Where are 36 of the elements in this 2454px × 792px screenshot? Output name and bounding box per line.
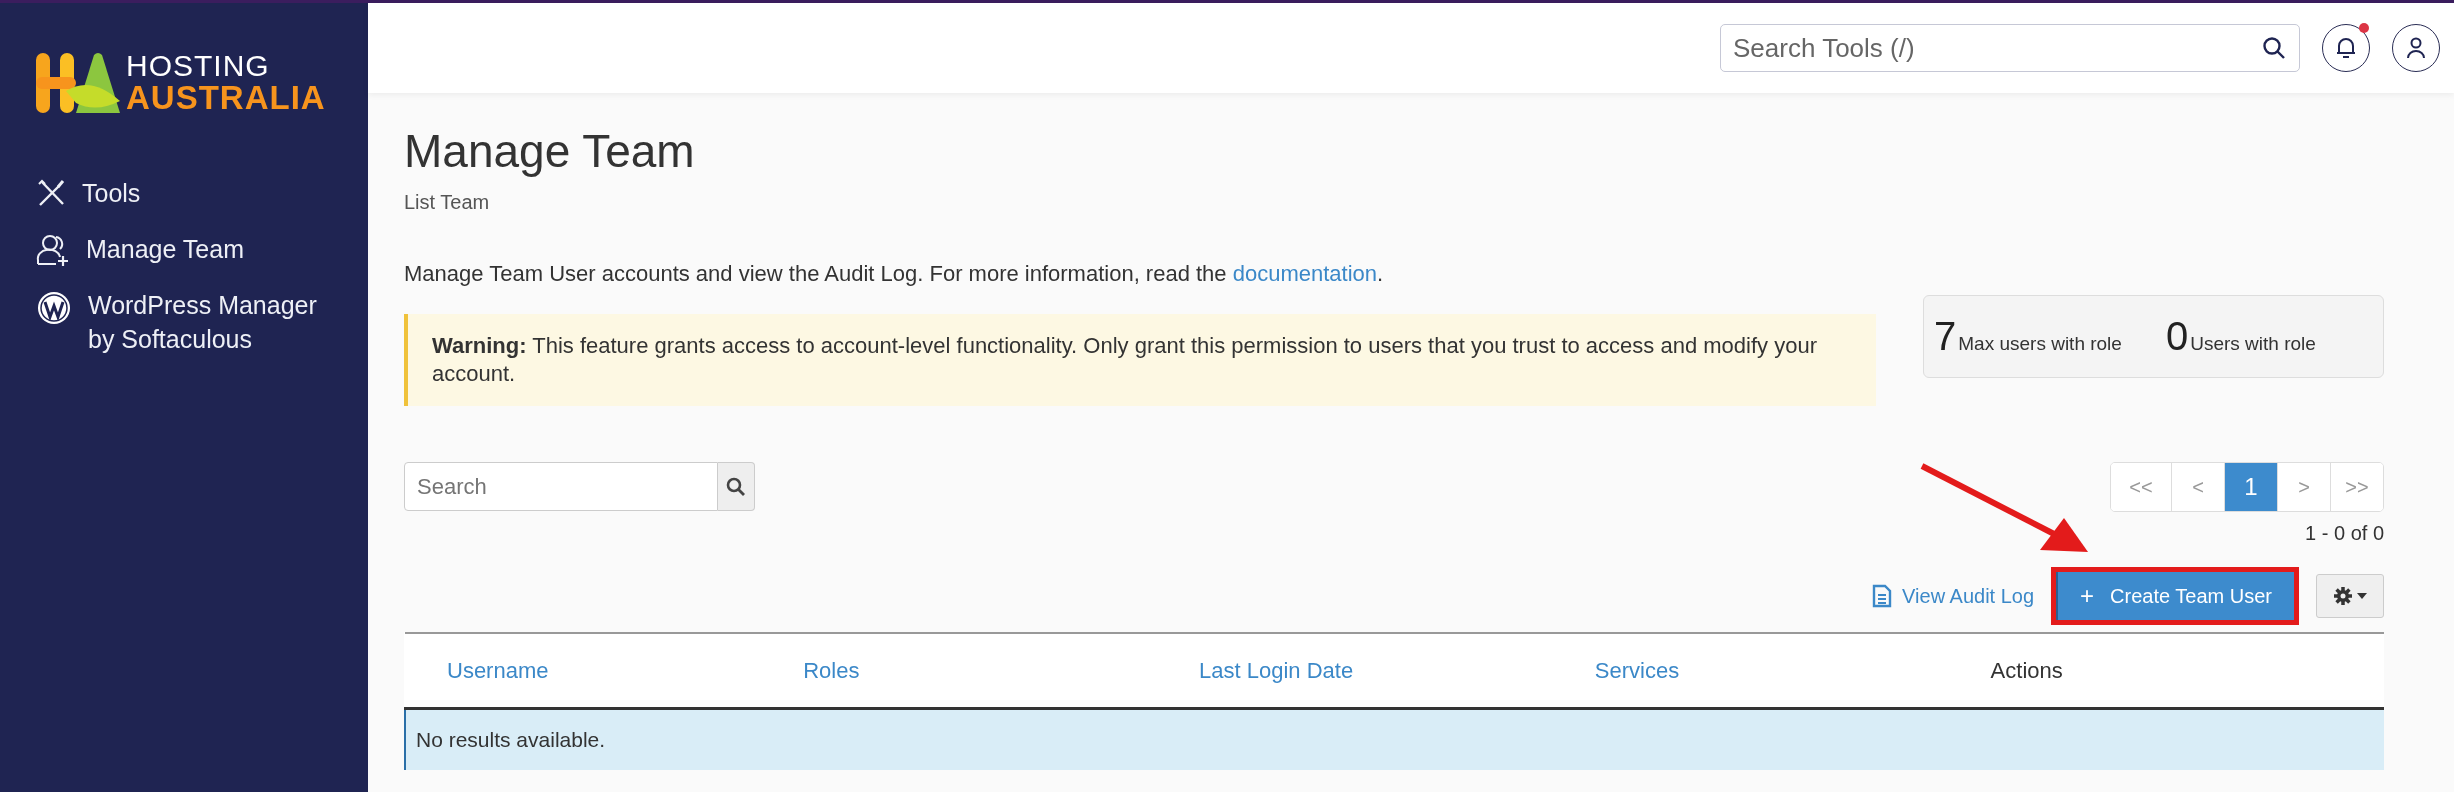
search-button[interactable]	[718, 462, 755, 511]
page-subtitle: List Team	[404, 190, 491, 215]
stat-value: 0	[2165, 314, 2189, 358]
search-field[interactable]: Search	[404, 462, 718, 511]
page-button[interactable]: 1	[2224, 463, 2277, 511]
audit-log-link[interactable]: View Audit Log	[1872, 581, 2035, 611]
documentation-link[interactable]: documentation	[1232, 261, 1378, 286]
notifications-button[interactable]	[2322, 24, 2370, 72]
settings-icon	[2333, 586, 2353, 606]
document-icon	[1872, 584, 1893, 608]
user-icon	[2406, 37, 2426, 59]
search-icon	[726, 477, 746, 498]
description-text: Manage Team User accounts and view the Audit Log. For more information, read the documentation.	[404, 260, 1385, 288]
caret-icon	[2357, 593, 2367, 599]
sidebar-item[interactable]: Manage Team	[36, 232, 368, 266]
settings-button[interactable]	[2316, 574, 2384, 618]
bell-icon	[2335, 36, 2357, 60]
tools-icon	[36, 178, 66, 208]
stat-value: 7	[1934, 314, 1957, 358]
logo-mark-icon	[36, 52, 120, 113]
brand-name: HOSTING	[126, 51, 271, 81]
page-title: Manage Team	[404, 124, 696, 179]
stat-label: Users with role	[2190, 332, 2316, 356]
stat-label: Max users with role	[1958, 332, 2122, 356]
warning-alert: Warning: This feature grants access to account-level functionality. Only grant this permission to users that you trust to access and modify your account.	[404, 314, 1876, 406]
results-count: 1 - 0 of 0	[2304, 521, 2384, 546]
sidebar-item[interactable]: Tools	[36, 176, 368, 210]
search-icon	[2262, 36, 2286, 60]
brand-name: AUSTRALIA	[126, 81, 326, 114]
sidebar-item[interactable]: WordPress Manager by Softaculous	[36, 288, 368, 356]
user-button[interactable]	[2392, 24, 2440, 72]
page-button[interactable]: >>	[2330, 463, 2383, 511]
user-add-icon	[36, 234, 70, 266]
search-field[interactable]: Search Tools (/)	[1720, 24, 2300, 72]
empty-message: No results available.	[405, 708, 2384, 770]
wordpress-icon	[36, 290, 72, 326]
